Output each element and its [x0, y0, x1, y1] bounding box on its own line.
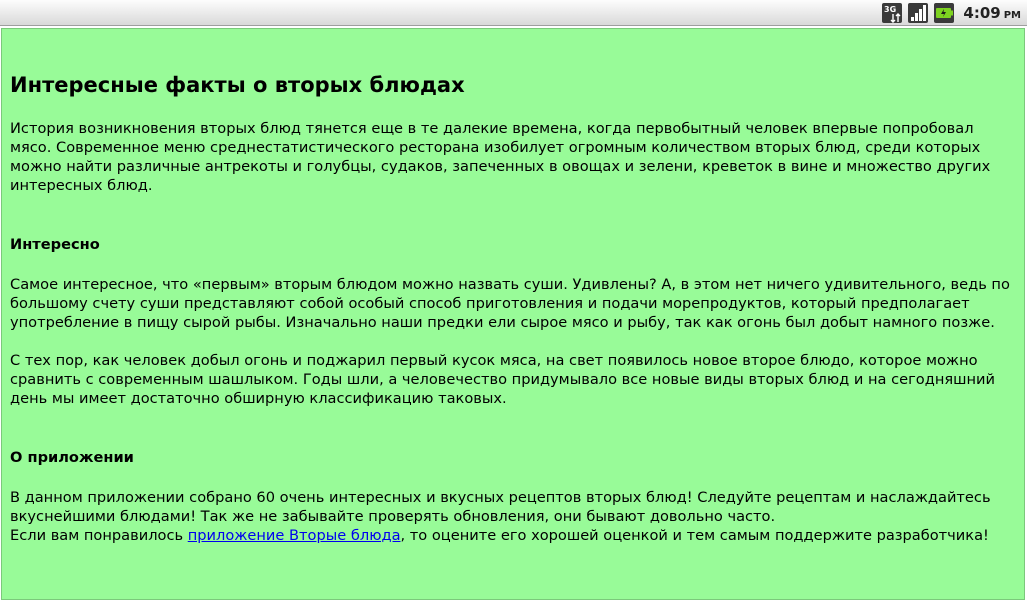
about-paragraph: В данном приложении собрано 60 очень инт… [10, 488, 1016, 545]
svg-text:3G: 3G [884, 5, 896, 14]
intro-paragraph: История возникновения вторых блюд тянетс… [10, 120, 991, 194]
app-link[interactable]: приложение Вторые блюда [188, 527, 401, 544]
about-text: В данном приложении собрано 60 очень инт… [10, 489, 991, 525]
interesting-heading: Интересно [10, 236, 100, 253]
status-bar: 3G 4:09 PM [0, 0, 1027, 26]
page-title: Интересные факты о вторых блюдах [10, 73, 465, 97]
status-clock: 4:09 PM [963, 4, 1021, 22]
about-rate-text-after: , то оцените его хорошей оценкой и тем с… [400, 527, 989, 544]
clock-time: 4:09 [963, 4, 1001, 22]
battery-charging-icon [934, 3, 955, 23]
about-heading: О приложении [10, 449, 134, 466]
status-icons: 3G 4:09 PM [881, 2, 1021, 24]
about-rate-text-before: Если вам понравилось [10, 527, 188, 544]
clock-ampm: PM [1003, 10, 1021, 21]
sushi-paragraph: Самое интересное, что «первым» вторым бл… [10, 276, 1010, 331]
article-content[interactable]: Интересные факты о вторых блюдах История… [1, 28, 1025, 600]
3g-data-icon: 3G [882, 3, 903, 23]
fire-paragraph: С тех пор, как человек добыл огонь и под… [10, 352, 995, 407]
signal-strength-icon [908, 3, 929, 23]
